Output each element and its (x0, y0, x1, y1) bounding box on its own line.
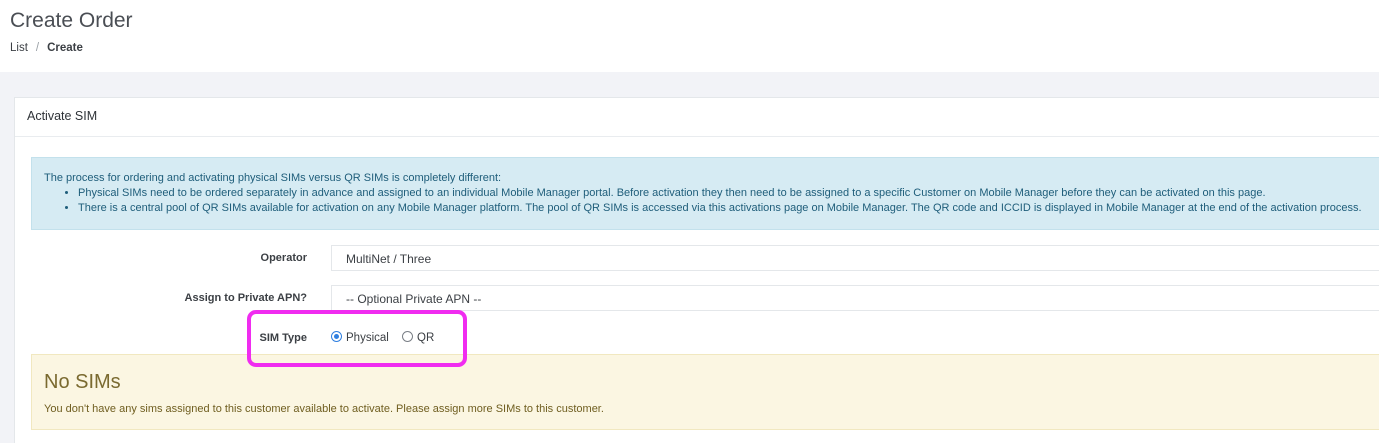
info-alert: The process for ordering and activating … (31, 157, 1379, 230)
private-apn-select[interactable]: -- Optional Private APN -- (331, 285, 1379, 311)
info-alert-bullet-qr: There is a central pool of QR SIMs avail… (78, 201, 1379, 216)
breadcrumb-current: Create (47, 42, 83, 54)
breadcrumb: List / Create (10, 42, 83, 54)
warning-alert-heading: No SIMs (44, 371, 121, 393)
page-header: Create Order List / Create (0, 0, 1379, 72)
card-header: Activate SIM (15, 98, 1379, 137)
breadcrumb-separator: / (35, 42, 40, 54)
info-alert-list: Physical SIMs need to be ordered separat… (62, 180, 1379, 216)
warning-alert-message: You don't have any sims assigned to this… (44, 403, 604, 415)
operator-label: Operator (260, 252, 307, 264)
activate-sim-card: Activate SIM The process for ordering an… (14, 97, 1379, 443)
breadcrumb-list-link[interactable]: List (10, 42, 28, 54)
warning-alert: No SIMs You don't have any sims assigned… (31, 354, 1379, 430)
info-alert-bullet-physical: Physical SIMs need to be ordered separat… (78, 186, 1379, 201)
operator-select[interactable]: MultiNet / Three (331, 245, 1379, 271)
card-title: Activate SIM (27, 109, 98, 123)
page-title: Create Order (10, 9, 133, 32)
private-apn-label: Assign to Private APN? (184, 292, 307, 304)
sim-type-highlight-annotation (247, 310, 467, 367)
